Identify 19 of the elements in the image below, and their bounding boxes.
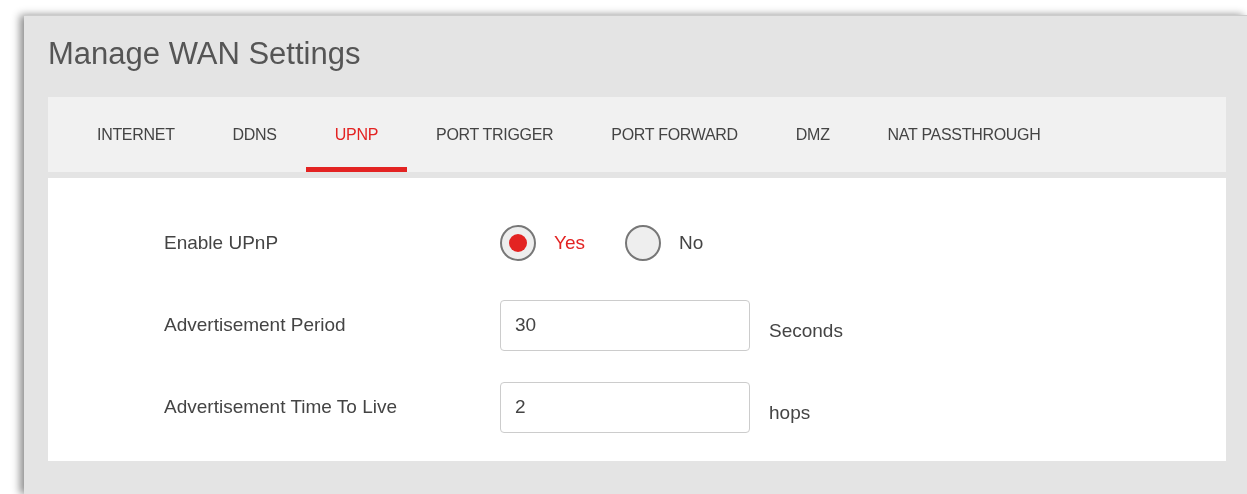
radio-button[interactable] xyxy=(500,225,536,261)
unit-label: hops xyxy=(769,402,811,424)
tab[interactable]: DDNS xyxy=(203,97,306,172)
input-field[interactable]: 2 xyxy=(500,381,750,433)
tab[interactable]: NAT PASSTHROUGH xyxy=(858,97,1070,172)
page-title: Manage WAN Settings xyxy=(48,35,362,73)
field-label: Enable UPnP xyxy=(164,232,280,254)
tab[interactable]: UPNP xyxy=(305,97,407,172)
tab[interactable]: INTERNET xyxy=(68,97,204,172)
radio-button[interactable] xyxy=(625,225,661,261)
tab[interactable]: PORT TRIGGER xyxy=(407,97,583,172)
input-field[interactable]: 30 xyxy=(500,299,750,351)
tab[interactable]: PORT FORWARD xyxy=(582,97,767,172)
field-label: Advertisement Period xyxy=(164,314,347,336)
unit-label: Seconds xyxy=(769,320,843,342)
tab[interactable]: DMZ xyxy=(766,97,859,172)
radio-label[interactable]: Yes xyxy=(554,232,585,254)
field-label: Advertisement Time To Live xyxy=(164,396,399,418)
radio-label[interactable]: No xyxy=(679,232,704,254)
